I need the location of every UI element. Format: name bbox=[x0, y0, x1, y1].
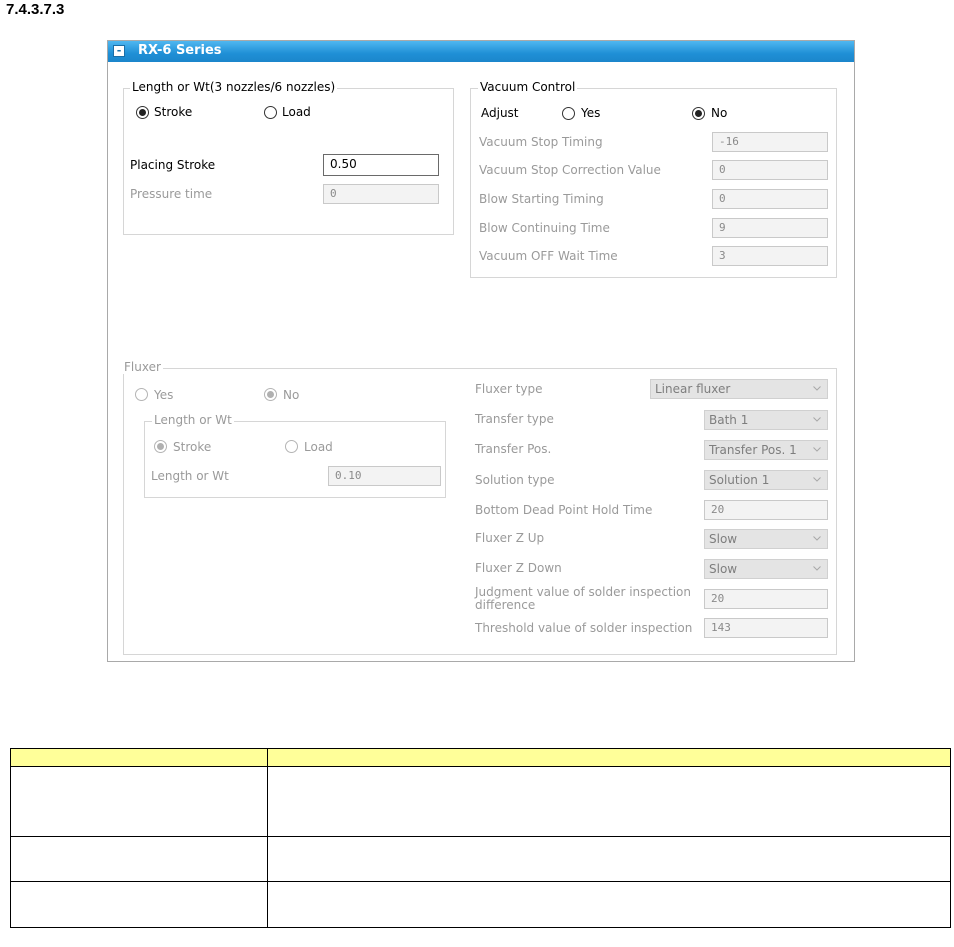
chevron-down-icon bbox=[813, 564, 821, 572]
bottom-dead-point-label: Bottom Dead Point Hold Time bbox=[475, 503, 653, 517]
transfer-pos-value: Transfer Pos. 1 bbox=[709, 443, 797, 457]
load-radio[interactable] bbox=[264, 106, 277, 119]
rx6-series-panel: - RX-6 Series Length or Wt(3 nozzles/6 n… bbox=[107, 40, 855, 662]
table-cell bbox=[10, 836, 268, 882]
vacuum-off-wait-label: Vacuum OFF Wait Time bbox=[479, 249, 618, 263]
vacuum-off-wait-input[interactable]: 3 bbox=[712, 246, 828, 266]
fluxer-z-up-value: Slow bbox=[709, 532, 738, 546]
placing-stroke-label: Placing Stroke bbox=[130, 158, 216, 172]
fluxer-no-label: No bbox=[283, 388, 300, 402]
panel-title: RX-6 Series bbox=[138, 43, 222, 58]
table-cell bbox=[10, 766, 268, 837]
threshold-label: Threshold value of solder inspection bbox=[475, 621, 693, 635]
vacuum-stop-timing-label: Vacuum Stop Timing bbox=[479, 135, 603, 149]
table-cell bbox=[10, 881, 268, 928]
table-row bbox=[10, 836, 951, 882]
blow-continuing-time-label: Blow Continuing Time bbox=[479, 221, 610, 235]
table-row bbox=[10, 881, 951, 928]
fluxer-z-up-label: Fluxer Z Up bbox=[475, 531, 545, 545]
chevron-down-icon bbox=[813, 475, 821, 483]
adjust-yes-label: Yes bbox=[581, 106, 601, 120]
chevron-down-icon bbox=[813, 445, 821, 453]
pressure-time-label: Pressure time bbox=[130, 187, 213, 201]
vacuum-stop-timing-input[interactable]: -16 bbox=[712, 132, 828, 152]
fluxer-group-legend: Fluxer bbox=[122, 360, 163, 374]
table-cell bbox=[267, 836, 951, 882]
fluxer-no-radio[interactable] bbox=[264, 388, 277, 401]
transfer-type-label: Transfer type bbox=[475, 412, 554, 426]
stroke-radio-label: Stroke bbox=[154, 105, 193, 119]
judgment-value-input[interactable]: 20 bbox=[704, 589, 828, 609]
pressure-time-input[interactable]: 0 bbox=[323, 184, 439, 204]
collapse-button[interactable]: - bbox=[113, 45, 125, 57]
vacuum-stop-correction-input[interactable]: 0 bbox=[712, 160, 828, 180]
load-radio-label: Load bbox=[282, 105, 311, 119]
fluxer-length-legend: Length or Wt bbox=[152, 413, 234, 427]
blow-starting-timing-label: Blow Starting Timing bbox=[479, 192, 604, 206]
bottom-dead-point-input[interactable]: 20 bbox=[704, 500, 828, 520]
blow-starting-timing-input[interactable]: 0 bbox=[712, 189, 828, 209]
fluxer-stroke-label: Stroke bbox=[173, 440, 212, 454]
fluxer-load-label: Load bbox=[304, 440, 333, 454]
description-table bbox=[10, 748, 951, 928]
chevron-down-icon bbox=[813, 384, 821, 392]
fluxer-z-down-value: Slow bbox=[709, 562, 738, 576]
threshold-value-input[interactable]: 143 bbox=[704, 618, 828, 638]
fluxer-type-label: Fluxer type bbox=[475, 382, 543, 396]
blow-continuing-time-input[interactable]: 9 bbox=[712, 218, 828, 238]
stroke-radio[interactable] bbox=[136, 106, 149, 119]
solution-type-value: Solution 1 bbox=[709, 473, 770, 487]
fluxer-length-subgroup bbox=[144, 421, 446, 498]
fluxer-z-down-label: Fluxer Z Down bbox=[475, 561, 562, 575]
table-row bbox=[10, 766, 951, 837]
table-header-cell bbox=[10, 748, 268, 767]
chevron-down-icon bbox=[813, 415, 821, 423]
adjust-no-radio[interactable] bbox=[692, 107, 705, 120]
chevron-down-icon bbox=[813, 534, 821, 542]
fluxer-z-down-select[interactable]: Slow bbox=[704, 559, 828, 579]
transfer-pos-label: Transfer Pos. bbox=[475, 442, 552, 456]
vacuum-stop-correction-label: Vacuum Stop Correction Value bbox=[479, 163, 661, 177]
table-header-cell bbox=[267, 748, 951, 767]
adjust-yes-radio[interactable] bbox=[562, 107, 575, 120]
section-number: 7.4.3.7.3 bbox=[6, 1, 65, 18]
table-cell bbox=[267, 766, 951, 837]
fluxer-length-label: Length or Wt bbox=[151, 469, 229, 483]
transfer-type-select[interactable]: Bath 1 bbox=[704, 410, 828, 430]
fluxer-yes-radio[interactable] bbox=[135, 388, 148, 401]
fluxer-type-select[interactable]: Linear fluxer bbox=[650, 379, 828, 399]
transfer-type-value: Bath 1 bbox=[709, 413, 749, 427]
judgment-label-line1: Judgment value of solder inspection bbox=[475, 585, 691, 599]
fluxer-type-value: Linear fluxer bbox=[655, 382, 731, 396]
table-header-row bbox=[10, 748, 951, 767]
table-cell bbox=[267, 881, 951, 928]
fluxer-stroke-radio[interactable] bbox=[154, 440, 167, 453]
panel-title-bar: - RX-6 Series bbox=[108, 41, 854, 62]
placing-stroke-input[interactable]: 0.50 bbox=[323, 154, 439, 176]
adjust-label: Adjust bbox=[481, 106, 519, 120]
fluxer-length-input[interactable]: 0.10 bbox=[328, 466, 441, 486]
transfer-pos-select[interactable]: Transfer Pos. 1 bbox=[704, 440, 828, 460]
judgment-label-line2: difference bbox=[475, 598, 536, 612]
solution-type-select[interactable]: Solution 1 bbox=[704, 470, 828, 490]
fluxer-z-up-select[interactable]: Slow bbox=[704, 529, 828, 549]
fluxer-yes-label: Yes bbox=[154, 388, 174, 402]
length-group-legend: Length or Wt(3 nozzles/6 nozzles) bbox=[130, 80, 338, 94]
adjust-no-label: No bbox=[711, 106, 728, 120]
solution-type-label: Solution type bbox=[475, 473, 555, 487]
vacuum-group-legend: Vacuum Control bbox=[478, 80, 578, 94]
fluxer-load-radio[interactable] bbox=[285, 440, 298, 453]
